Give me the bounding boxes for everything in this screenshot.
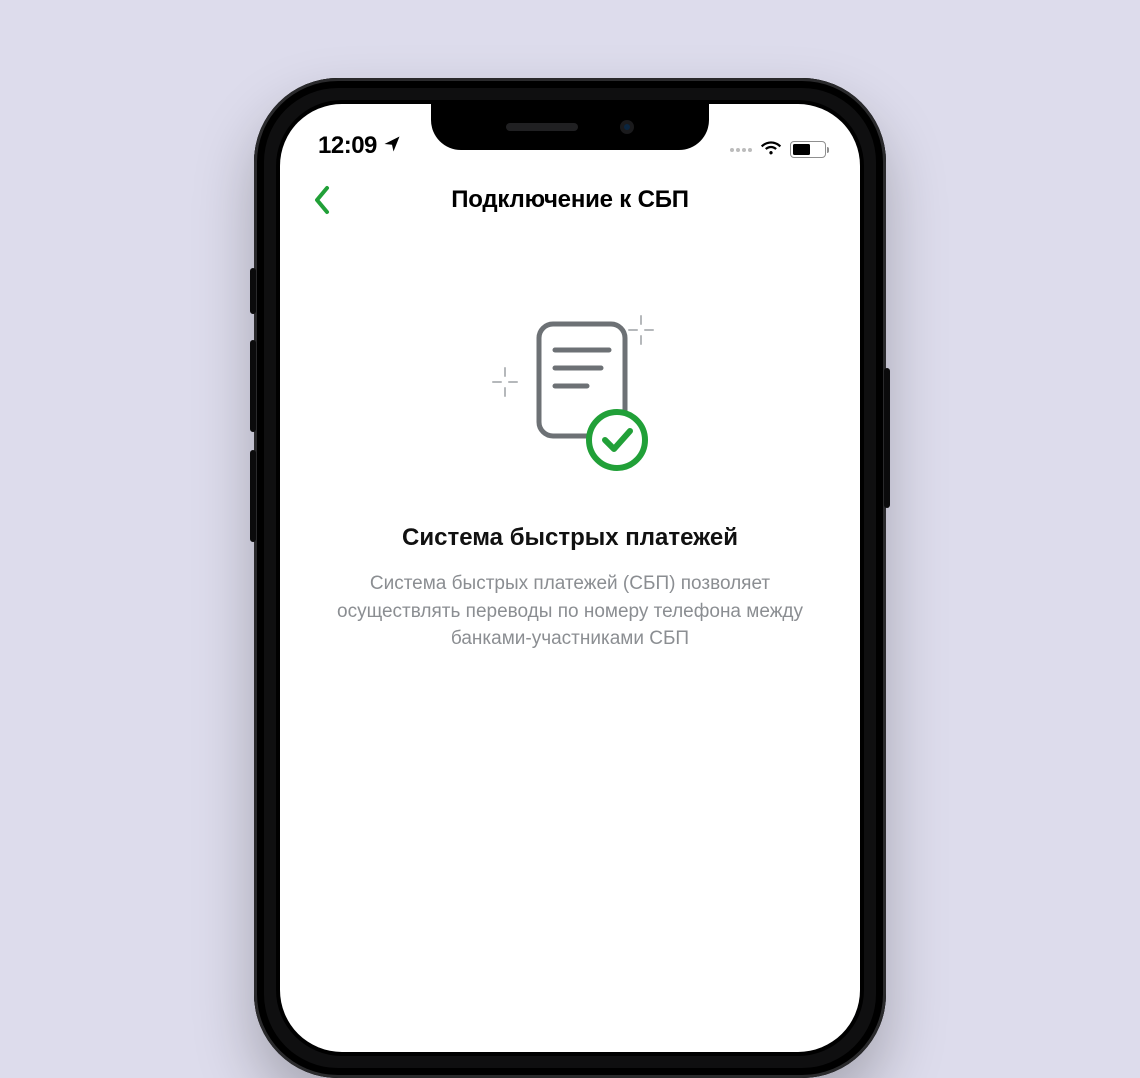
battery-icon — [790, 141, 826, 158]
front-camera — [620, 120, 634, 134]
speaker — [506, 123, 578, 131]
battery-fill — [793, 144, 810, 155]
sparkle-icon — [629, 316, 653, 344]
wifi-icon — [760, 139, 782, 160]
sparkle-icon — [493, 368, 517, 396]
side-button-power — [884, 368, 890, 508]
side-button-silent — [250, 268, 256, 314]
document-check-illustration — [320, 306, 820, 496]
content-description: Система быстрых платежей (СБП) позволяет… — [320, 570, 820, 653]
location-icon — [383, 132, 401, 160]
notch — [431, 104, 709, 150]
status-left: 12:09 — [318, 132, 401, 160]
chevron-left-icon — [312, 184, 332, 216]
back-button[interactable] — [300, 178, 344, 222]
cellular-icon — [730, 148, 752, 152]
phone-frame: 12:09 — [254, 78, 886, 1078]
screen: 12:09 — [280, 104, 860, 1052]
status-time: 12:09 — [318, 132, 377, 160]
nav-header: Подключение к СБП — [280, 164, 860, 236]
side-button-volume-down — [250, 450, 256, 542]
check-circle-icon — [589, 412, 645, 468]
status-right — [730, 139, 826, 160]
content-title: Система быстрых платежей — [320, 524, 820, 552]
content-area: Система быстрых платежей Система быстрых… — [280, 236, 860, 653]
page-title: Подключение к СБП — [451, 186, 689, 214]
side-button-volume-up — [250, 340, 256, 432]
